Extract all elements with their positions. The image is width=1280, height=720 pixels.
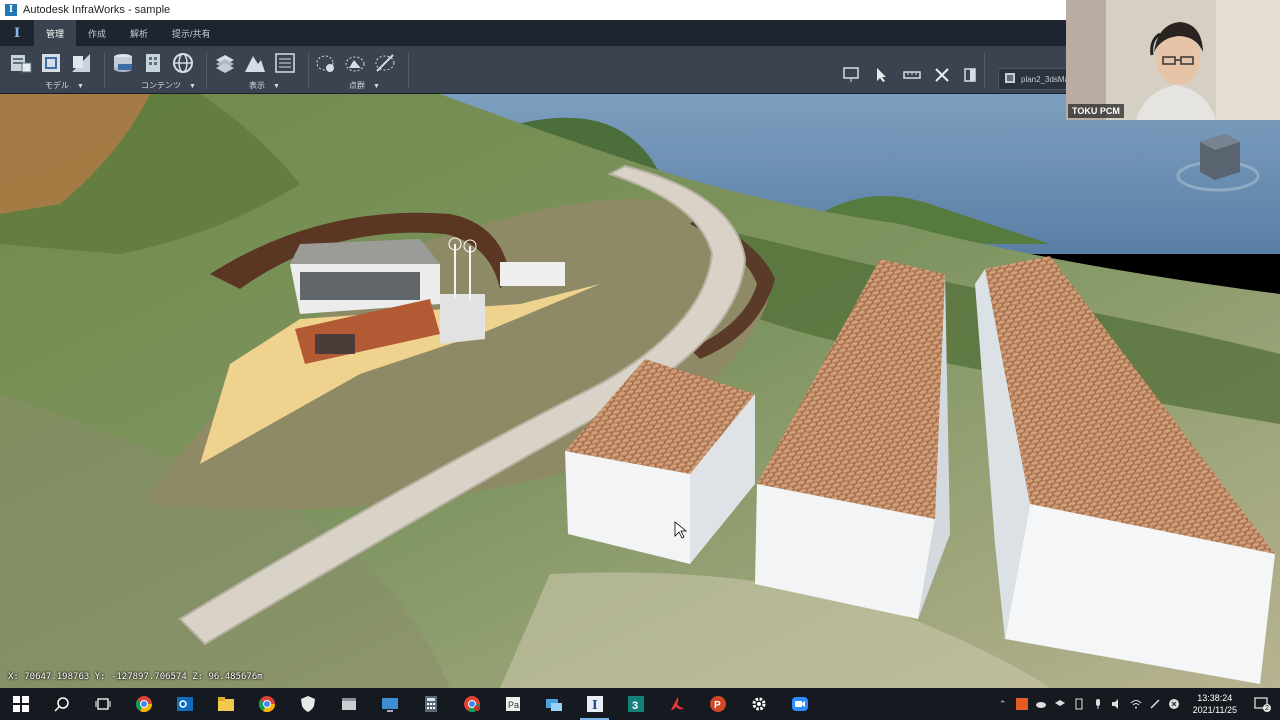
ribbon-group-display-label: 表示 <box>249 81 265 90</box>
notification-center-icon[interactable]: 2 <box>1250 696 1274 712</box>
ribbon-separator <box>408 52 409 88</box>
infraworks-icon[interactable]: I <box>574 688 615 720</box>
cloud-clip-icon[interactable] <box>374 52 396 74</box>
ribbon-group-display: 表示 ▼ <box>214 46 304 94</box>
search-icon[interactable] <box>41 688 82 720</box>
microphone-icon[interactable] <box>1092 698 1104 710</box>
chrome-icon[interactable] <box>123 688 164 720</box>
terrain-icon[interactable] <box>244 52 266 74</box>
data-sources-icon[interactable] <box>40 52 62 74</box>
measure-icon[interactable] <box>902 66 922 84</box>
list-icon[interactable] <box>274 52 296 74</box>
task-view-icon[interactable] <box>82 688 123 720</box>
3dsmax-icon[interactable]: 3 <box>615 688 656 720</box>
3d-viewport[interactable]: X: 70647.198763 Y: -127897.706574 Z: 96.… <box>0 94 1280 688</box>
close-circle-icon[interactable] <box>1168 698 1180 710</box>
coordinate-readout: X: 70647.198763 Y: -127897.706574 Z: 96.… <box>8 672 263 682</box>
zoom-icon[interactable] <box>779 688 820 720</box>
pen-icon[interactable] <box>1149 698 1161 710</box>
chevron-down-icon[interactable]: ▼ <box>273 83 280 90</box>
settings-gear-icon[interactable] <box>738 688 779 720</box>
ribbon-separator <box>206 52 207 88</box>
chevron-up-icon[interactable]: ⌃ <box>997 698 1009 710</box>
svg-text:Pa: Pa <box>508 700 519 710</box>
chrome-badge-icon[interactable] <box>451 688 492 720</box>
select-pointer-icon[interactable] <box>872 66 892 84</box>
ribbon-separator <box>104 52 105 88</box>
point-cloud-icon[interactable] <box>314 52 336 74</box>
svg-text:3: 3 <box>632 700 638 712</box>
cloud-icon[interactable] <box>1035 698 1047 710</box>
window-title: Autodesk InfraWorks - sample <box>23 4 171 16</box>
shield-app-icon[interactable] <box>287 688 328 720</box>
wifi-icon[interactable] <box>1130 698 1142 710</box>
tab-present-share[interactable]: 提示/共有 <box>160 20 223 46</box>
volume-icon[interactable] <box>1111 698 1123 710</box>
ribbon-separator <box>308 52 309 88</box>
windows-taskbar: Pa I 3 P ⌃ 13:38:24 2021/11/25 2 <box>0 688 1280 720</box>
application-menu-button[interactable]: I <box>0 20 34 46</box>
database-icon[interactable] <box>112 52 134 74</box>
clock-time: 13:38:24 <box>1197 693 1233 703</box>
outlook-icon[interactable] <box>164 688 205 720</box>
close-tool-icon[interactable] <box>932 66 952 84</box>
viewport-tools <box>842 66 982 84</box>
window-app-icon[interactable] <box>328 688 369 720</box>
network-app-icon[interactable] <box>533 688 574 720</box>
notification-count: 2 <box>1265 704 1269 712</box>
device-icon[interactable] <box>1073 698 1085 710</box>
cloud-terrain-icon[interactable] <box>344 52 366 74</box>
ribbon-group-model: モデル ▼ <box>10 46 100 94</box>
office-tray-icon[interactable] <box>1015 698 1028 710</box>
windows-start-icon[interactable] <box>0 688 41 720</box>
panel-icon[interactable] <box>962 66 982 84</box>
globe-icon[interactable] <box>172 52 194 74</box>
ribbon-group-point-cloud-label: 点群 <box>349 81 365 90</box>
ribbon-group-model-label: モデル <box>45 81 69 90</box>
infraworks-app-icon: I <box>5 4 17 16</box>
acrobat-icon[interactable] <box>656 688 697 720</box>
3d-scene[interactable] <box>0 94 1280 688</box>
file-explorer-icon[interactable] <box>205 688 246 720</box>
webcam-overlay: TOKU PCM <box>1066 0 1280 120</box>
calculator-icon[interactable] <box>410 688 451 720</box>
layer-file-icon <box>1004 72 1016 86</box>
remote-desktop-icon[interactable] <box>369 688 410 720</box>
ribbon-group-content: コンテンツ ▼ <box>112 46 202 94</box>
system-tray: ⌃ 13:38:24 2021/11/25 2 <box>997 692 1280 716</box>
participant-name: TOKU PCM <box>1068 104 1124 118</box>
publisher-icon[interactable]: Pa <box>492 688 533 720</box>
svg-text:P: P <box>714 700 721 711</box>
powerpoint-icon[interactable]: P <box>697 688 738 720</box>
tab-analyze[interactable]: 解析 <box>118 20 160 46</box>
layers-icon[interactable] <box>214 52 236 74</box>
ribbon-group-point-cloud: 点群 ▼ <box>314 46 404 94</box>
chevron-down-icon[interactable]: ▼ <box>77 83 84 90</box>
style-palette-icon[interactable] <box>70 52 92 74</box>
webcam-video <box>1066 0 1280 120</box>
presentation-icon[interactable] <box>842 66 862 84</box>
chevron-down-icon[interactable]: ▼ <box>189 83 196 90</box>
chevron-down-icon[interactable]: ▼ <box>373 83 380 90</box>
ribbon-group-content-label: コンテンツ <box>141 81 181 90</box>
app-root: I Autodesk InfraWorks - sample I 管理 作成 解… <box>0 0 1280 720</box>
ribbon-separator <box>984 52 985 88</box>
chrome-alt-icon[interactable] <box>246 688 287 720</box>
tab-create[interactable]: 作成 <box>76 20 118 46</box>
model-properties-icon[interactable] <box>10 52 32 74</box>
system-clock[interactable]: 13:38:24 2021/11/25 <box>1193 692 1237 716</box>
tab-manage[interactable]: 管理 <box>34 20 77 46</box>
clock-date: 2021/11/25 <box>1192 705 1237 715</box>
svg-text:I: I <box>592 698 598 712</box>
dropbox-icon[interactable] <box>1054 698 1066 710</box>
building-icon[interactable] <box>142 52 164 74</box>
